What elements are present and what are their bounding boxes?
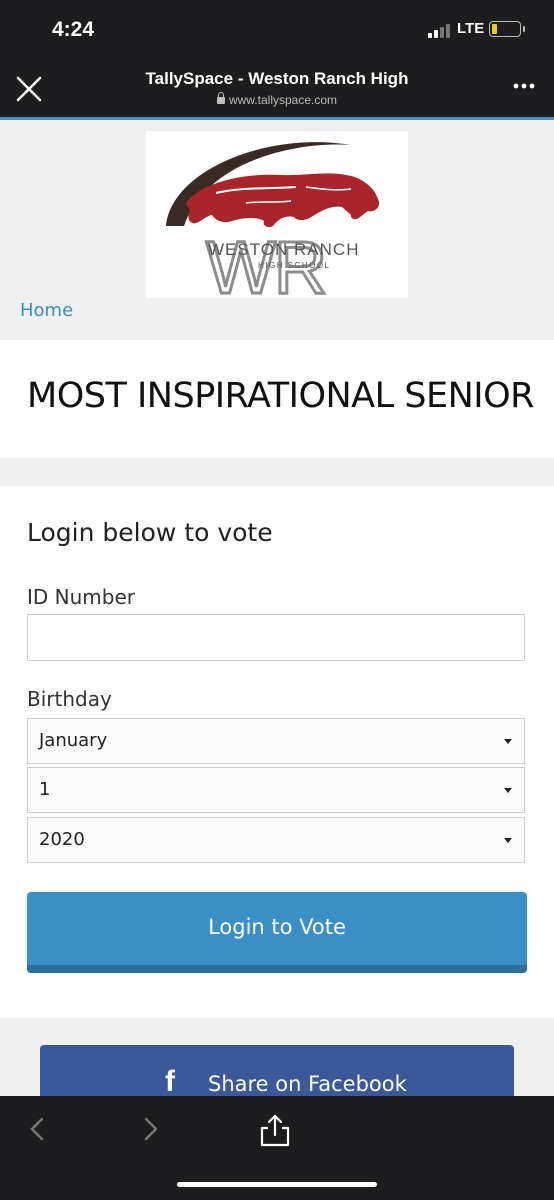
birth-month-select[interactable]: January [27, 718, 525, 764]
back-button[interactable] [20, 1113, 52, 1145]
birth-month-value: January [39, 730, 108, 751]
id-number-input[interactable] [27, 614, 525, 661]
caret-down-icon [504, 838, 512, 843]
page-title: MOST INSPIRATIONAL SENIOR [27, 376, 534, 416]
share-icon [260, 1114, 290, 1147]
home-indicator [177, 1182, 377, 1187]
login-to-vote-button[interactable]: Login to Vote [27, 892, 527, 973]
browser-toolbar [0, 1096, 554, 1200]
login-button-label: Login to Vote [208, 915, 346, 939]
caret-down-icon [504, 739, 512, 744]
share-section: f Share on Facebook [0, 1018, 554, 1096]
facebook-icon: f [165, 1065, 175, 1096]
birth-day-select[interactable]: 1 [27, 767, 525, 813]
home-link[interactable]: Home [20, 300, 73, 321]
more-button[interactable] [512, 80, 536, 90]
login-form: Login below to vote ID Number Birthday J… [0, 486, 554, 1018]
site-header: WR WESTON RANCH HIGH SCHOOL Home [0, 120, 554, 340]
title-card: MOST INSPIRATIONAL SENIOR [0, 340, 554, 458]
status-time: 4:24 [52, 18, 95, 41]
forward-button[interactable] [136, 1113, 168, 1145]
login-heading: Login below to vote [27, 518, 273, 547]
id-number-label: ID Number [27, 585, 135, 609]
caret-down-icon [504, 788, 512, 793]
logo-line2: HIGH SCHOOL [258, 261, 331, 270]
share-facebook-button[interactable]: f Share on Facebook [40, 1045, 514, 1096]
network-type: LTE [457, 20, 485, 37]
url-text: www.tallyspace.com [228, 93, 338, 107]
browser-page-title: TallySpace - Weston Ranch High [145, 69, 409, 88]
signal-icon [428, 22, 452, 38]
logo-line1: WESTON RANCH [208, 240, 359, 259]
share-facebook-label: Share on Facebook [208, 1072, 407, 1096]
birthday-label: Birthday [27, 687, 112, 711]
browser-url: www.tallyspace.com [0, 92, 554, 107]
battery-icon [489, 21, 525, 37]
school-logo: WR WESTON RANCH HIGH SCHOOL [146, 131, 408, 311]
share-button[interactable] [259, 1113, 291, 1147]
status-bar: 4:24 LTE [0, 0, 554, 56]
birth-day-value: 1 [39, 779, 51, 800]
birth-year-value: 2020 [39, 829, 85, 850]
birth-year-select[interactable]: 2020 [27, 817, 525, 863]
browser-nav-bar: TallySpace - Weston Ranch High www.tally… [0, 56, 554, 120]
lock-icon [216, 92, 225, 104]
back-icon [30, 1117, 44, 1141]
forward-icon [144, 1117, 158, 1141]
more-icon [513, 83, 535, 89]
